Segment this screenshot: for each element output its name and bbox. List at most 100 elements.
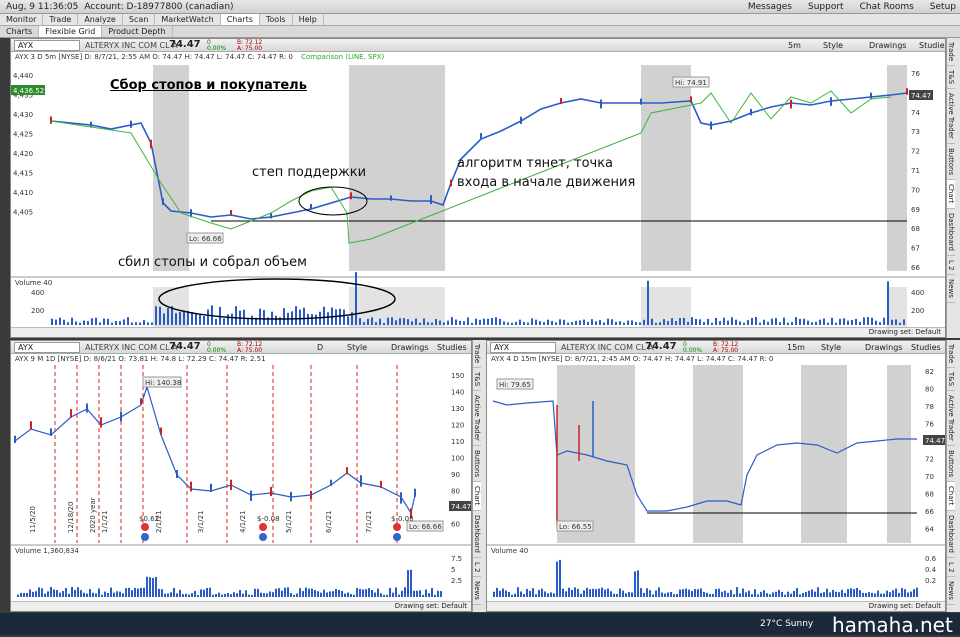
- volume-bar: [179, 589, 181, 597]
- volume-bar: [243, 309, 245, 325]
- event-date-label: 11/5/20: [29, 506, 37, 533]
- side-tab-ts[interactable]: T&S: [947, 66, 955, 90]
- support-button[interactable]: Support: [808, 2, 844, 12]
- comparison-label: Comparison (LINE, SPX): [301, 53, 385, 61]
- chat-rooms-button[interactable]: Chat Rooms: [860, 2, 914, 12]
- drawing-set-label[interactable]: Drawing set: Default: [869, 328, 941, 336]
- volume-bar: [392, 592, 394, 597]
- side-tab-dashboard[interactable]: Dashboard: [473, 511, 481, 558]
- date-time: Aug, 9 11:36:05: [6, 1, 79, 12]
- volume-bar: [592, 588, 594, 597]
- right-axis-tick: 66: [925, 508, 934, 516]
- side-tab-ts[interactable]: T&S: [473, 368, 481, 392]
- volume-bar: [889, 592, 891, 597]
- symbol-input[interactable]: AYX: [14, 40, 80, 51]
- menu-scan[interactable]: Scan: [123, 14, 156, 25]
- side-tab-trade[interactable]: Trade: [947, 38, 955, 67]
- daily-chart-svg[interactable]: 1501401301201101009080706074.4711/5/2012…: [11, 365, 472, 612]
- side-tab-news[interactable]: News: [947, 577, 955, 606]
- side-tab-chart[interactable]: Chart: [473, 482, 481, 511]
- volume-bar: [32, 591, 34, 597]
- side-tab-active-trader[interactable]: Active Trader: [947, 391, 955, 447]
- volume-bar: [862, 592, 864, 597]
- volume-bar: [823, 318, 825, 325]
- volume-bar: [387, 317, 389, 325]
- side-tab-l2[interactable]: L 2: [473, 558, 481, 578]
- side-tab-l2[interactable]: L 2: [947, 558, 955, 578]
- menu-help[interactable]: Help: [293, 14, 324, 25]
- volume-bar: [838, 592, 840, 597]
- menu-monitor[interactable]: Monitor: [0, 14, 44, 25]
- volume-bar: [535, 594, 537, 597]
- drawings-button[interactable]: Drawings: [869, 41, 906, 50]
- side-tab-news[interactable]: News: [947, 275, 955, 304]
- side-tab-active-trader[interactable]: Active Trader: [473, 391, 481, 447]
- setup-button[interactable]: Setup: [930, 2, 956, 12]
- volume-bar: [868, 592, 870, 597]
- side-tab-trade[interactable]: Trade: [947, 340, 955, 369]
- tab-charts[interactable]: Charts: [0, 26, 40, 37]
- drawing-set-label[interactable]: Drawing set: Default: [869, 602, 941, 610]
- side-tab-dashboard[interactable]: Dashboard: [947, 511, 955, 558]
- style-button[interactable]: Style: [347, 343, 367, 352]
- volume-bar: [296, 593, 298, 597]
- symbol-input[interactable]: AYX: [490, 342, 556, 353]
- volume-bar: [17, 594, 19, 597]
- side-tab-chart[interactable]: Chart: [947, 482, 955, 511]
- volume-bar: [143, 587, 145, 597]
- side-tab-ts[interactable]: T&S: [947, 368, 955, 392]
- volume-bar: [910, 591, 912, 597]
- price-candle: [380, 480, 382, 488]
- side-tab-l2[interactable]: L 2: [947, 256, 955, 276]
- timeframe-button[interactable]: 15m: [787, 343, 805, 352]
- drawings-button[interactable]: Drawings: [865, 343, 902, 352]
- studies-button[interactable]: Studies: [919, 41, 945, 50]
- price-candle: [130, 120, 132, 128]
- volume-bar: [543, 322, 545, 325]
- side-tab-chart[interactable]: Chart: [947, 180, 955, 209]
- volume-bar: [544, 591, 546, 597]
- main-chart-bottom: Drawing set: Default: [11, 327, 945, 337]
- side-tab-buttons[interactable]: Buttons: [947, 144, 955, 181]
- style-button[interactable]: Style: [821, 343, 841, 352]
- drawings-button[interactable]: Drawings: [391, 343, 428, 352]
- side-tab-dashboard[interactable]: Dashboard: [947, 209, 955, 256]
- event-date-label: 5/1/21: [285, 510, 293, 533]
- volume-bar: [187, 310, 189, 325]
- dividend-icon: [141, 533, 149, 541]
- studies-button[interactable]: Studies: [911, 343, 941, 352]
- volume-bar: [332, 591, 334, 597]
- volume-bar: [733, 594, 735, 597]
- volume-bar: [495, 317, 497, 325]
- side-tab-active-trader[interactable]: Active Trader: [947, 89, 955, 145]
- menu-trade[interactable]: Trade: [43, 14, 79, 25]
- side-tab-trade[interactable]: Trade: [473, 340, 481, 369]
- studies-button[interactable]: Studies: [437, 343, 467, 352]
- timeframe-button[interactable]: 5m: [788, 41, 801, 50]
- volume-bar: [527, 322, 529, 325]
- volume-bar: [53, 589, 55, 597]
- tab-product-depth[interactable]: Product Depth: [102, 26, 173, 37]
- main-chart-svg[interactable]: 4,4404,4354,4304,4254,4204,4154,4104,405…: [11, 63, 946, 338]
- side-tab-buttons[interactable]: Buttons: [473, 446, 481, 483]
- hi-label: Hi: 74.91: [675, 79, 707, 87]
- intraday-chart-svg[interactable]: 8280787674727068666474.47Hi: 79.65Lo: 66…: [487, 365, 946, 612]
- tab-flexible-grid[interactable]: Flexible Grid: [39, 26, 103, 37]
- volume-bar: [916, 587, 918, 597]
- symbol-input[interactable]: AYX: [14, 342, 80, 353]
- volume-bar: [311, 588, 313, 597]
- menu-tools[interactable]: Tools: [260, 14, 293, 25]
- side-tab-news[interactable]: News: [473, 577, 481, 606]
- menu-charts[interactable]: Charts: [220, 14, 260, 25]
- drawing-set-label[interactable]: Drawing set: Default: [395, 602, 467, 610]
- menu-marketwatch[interactable]: MarketWatch: [155, 14, 221, 25]
- last-price: 74.47: [645, 341, 677, 352]
- style-button[interactable]: Style: [823, 41, 843, 50]
- volume-bar: [723, 317, 725, 325]
- timeframe-button[interactable]: D: [317, 343, 323, 352]
- messages-button[interactable]: Messages: [748, 2, 792, 12]
- side-tab-buttons[interactable]: Buttons: [947, 446, 955, 483]
- volume-bar: [275, 588, 277, 597]
- volume-bar: [391, 317, 393, 325]
- menu-analyze[interactable]: Analyze: [78, 14, 123, 25]
